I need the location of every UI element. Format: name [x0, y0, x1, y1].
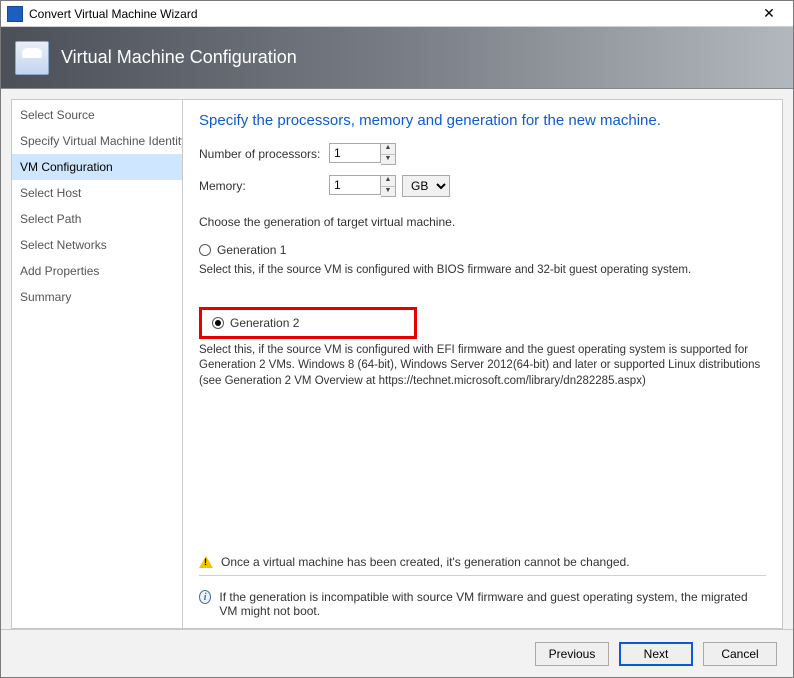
close-icon[interactable]: ✕	[751, 5, 787, 22]
generation-instruction: Choose the generation of target virtual …	[199, 215, 766, 229]
generation1-label: Generation 1	[217, 243, 286, 257]
wizard-content: Specify the processors, memory and gener…	[183, 99, 783, 629]
info-text: If the generation is incompatible with s…	[219, 590, 766, 618]
page-title: Virtual Machine Configuration	[61, 47, 297, 68]
header-banner: Virtual Machine Configuration	[1, 27, 793, 89]
generation2-description: Select this, if the source VM is configu…	[199, 343, 766, 390]
memory-input[interactable]	[329, 175, 381, 195]
chevron-up-icon[interactable]: ▲	[381, 176, 395, 186]
window-title: Convert Virtual Machine Wizard	[29, 7, 751, 21]
info-icon: i	[199, 590, 211, 604]
generation2-label: Generation 2	[230, 316, 299, 330]
wizard-steps: Select Source Specify Virtual Machine Id…	[11, 99, 183, 629]
warning-text: Once a virtual machine has been created,…	[221, 555, 630, 569]
cancel-button[interactable]: Cancel	[703, 642, 777, 666]
chevron-down-icon[interactable]: ▼	[381, 154, 395, 164]
memory-row: Memory: ▲ ▼ GB	[199, 175, 766, 197]
wizard-footer: Previous Next Cancel	[1, 629, 793, 677]
divider	[199, 575, 766, 576]
next-button[interactable]: Next	[619, 642, 693, 666]
generation1-radio[interactable]	[199, 244, 211, 256]
generation2-highlight: Generation 2	[199, 307, 417, 339]
generation2-radio-row[interactable]: Generation 2	[212, 316, 299, 330]
memory-label: Memory:	[199, 179, 329, 193]
memory-spinner[interactable]: ▲ ▼	[381, 175, 396, 197]
vm-icon	[15, 41, 49, 75]
warning-icon	[199, 556, 213, 568]
wizard-body: Select Source Specify Virtual Machine Id…	[1, 89, 793, 629]
app-icon	[7, 6, 23, 22]
generation1-description: Select this, if the source VM is configu…	[199, 263, 766, 279]
generation2-radio[interactable]	[212, 317, 224, 329]
wizard-window: Convert Virtual Machine Wizard ✕ Virtual…	[0, 0, 794, 678]
info-row: i If the generation is incompatible with…	[199, 584, 766, 618]
step-select-host[interactable]: Select Host	[12, 180, 182, 206]
content-heading: Specify the processors, memory and gener…	[199, 112, 766, 129]
step-vm-configuration[interactable]: VM Configuration	[12, 154, 182, 180]
processors-row: Number of processors: ▲ ▼	[199, 143, 766, 165]
chevron-down-icon[interactable]: ▼	[381, 186, 395, 196]
step-specify-identity[interactable]: Specify Virtual Machine Identity	[12, 128, 182, 154]
step-add-properties[interactable]: Add Properties	[12, 258, 182, 284]
generation1-radio-row[interactable]: Generation 1	[199, 243, 766, 257]
memory-unit-select[interactable]: GB	[402, 175, 450, 197]
processors-spinner[interactable]: ▲ ▼	[381, 143, 396, 165]
step-select-path[interactable]: Select Path	[12, 206, 182, 232]
step-summary[interactable]: Summary	[12, 284, 182, 310]
processors-input[interactable]	[329, 143, 381, 163]
warning-row: Once a virtual machine has been created,…	[199, 549, 766, 569]
step-select-source[interactable]: Select Source	[12, 102, 182, 128]
previous-button[interactable]: Previous	[535, 642, 609, 666]
step-select-networks[interactable]: Select Networks	[12, 232, 182, 258]
titlebar: Convert Virtual Machine Wizard ✕	[1, 1, 793, 27]
processors-label: Number of processors:	[199, 147, 329, 161]
chevron-up-icon[interactable]: ▲	[381, 144, 395, 154]
